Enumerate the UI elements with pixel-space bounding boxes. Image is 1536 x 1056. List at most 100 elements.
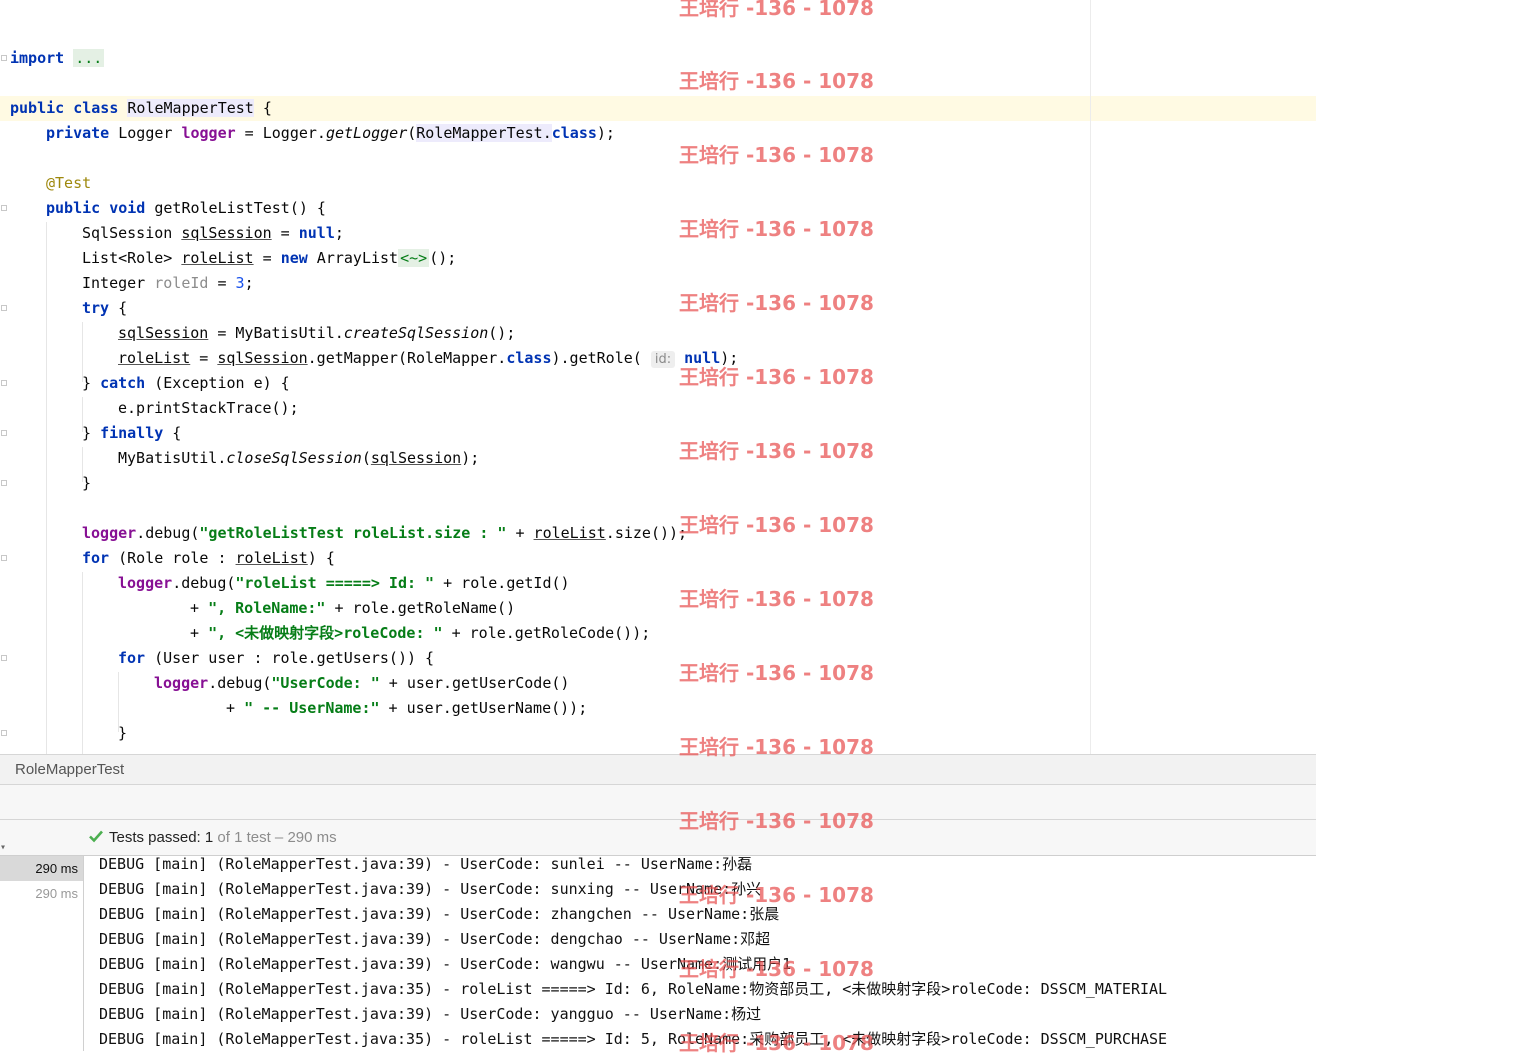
code-text: ); (720, 349, 739, 367)
code-text: + (506, 524, 534, 542)
code-line: + ", <未做映射字段>roleCode: " + role.getRoleC… (190, 621, 650, 646)
code-text: (Exception e) { (145, 374, 290, 392)
code-text: = (271, 224, 299, 242)
code-text: + role.getRoleName() (325, 599, 516, 617)
code-text: .debug( (136, 524, 200, 542)
keyword: new (280, 249, 308, 267)
keyword: class (506, 349, 552, 367)
fold-icon[interactable] (1, 205, 7, 211)
code-text: ( (407, 124, 417, 142)
console-output[interactable]: DEBUG [main] (RoleMapperTest.java:39) - … (84, 856, 1316, 1051)
collapse-corner-icon[interactable]: ▾ (0, 842, 6, 853)
code-text: ).getRole( (551, 349, 651, 367)
code-line: + " -- UserName:" + user.getUserName()); (226, 696, 587, 721)
fold-icon[interactable] (1, 55, 7, 61)
code-text: + role.getRoleCode()); (442, 624, 651, 642)
class-ref: RoleMapperTest (416, 124, 543, 142)
code-text: . (542, 124, 552, 142)
code-text: (); (429, 249, 457, 267)
code-text: } (82, 424, 101, 442)
code-text: .size()); (605, 524, 688, 542)
code-text: = MyBatisUtil. (208, 324, 344, 342)
class-name: RoleMapperTest (127, 99, 254, 117)
method: closeSqlSession (226, 449, 362, 467)
code-line: } (118, 724, 128, 742)
code-text: ( (361, 449, 371, 467)
code-line: } finally { (82, 421, 181, 446)
status-detail: of 1 test – 290 ms (213, 829, 337, 846)
code-text: + (190, 599, 209, 617)
variable: roleList (118, 349, 191, 367)
code-text: getRoleListTest() { (145, 199, 326, 217)
code-text: ); (596, 124, 615, 142)
fold-icon[interactable] (1, 430, 7, 436)
folded-imports[interactable]: ... (73, 49, 105, 67)
code-text: MyBatisUtil. (118, 449, 227, 467)
string-literal: ", <未做映射字段>roleCode: " (208, 624, 443, 642)
string-literal: " -- UserName:" (244, 699, 380, 717)
annotation: @Test (46, 174, 92, 192)
keyword: null (675, 349, 721, 367)
test-duration: 290 ms (35, 861, 78, 876)
type: Logger (109, 124, 182, 142)
code-text: (); (488, 324, 516, 342)
fold-icon[interactable] (1, 655, 7, 661)
fold-icon[interactable] (1, 480, 7, 486)
code-line: e.printStackTrace(); (118, 399, 299, 417)
code-line-import: import ... (10, 46, 105, 71)
keyword: catch (100, 374, 146, 392)
method: getLogger (325, 124, 408, 142)
type: List<Role> (82, 249, 182, 267)
field: logger (181, 124, 236, 142)
code-line: } (82, 474, 92, 492)
log-line: DEBUG [main] (RoleMapperTest.java:39) - … (99, 955, 792, 973)
keyword: public class (10, 99, 119, 117)
code-text: ) { (307, 549, 335, 567)
string-literal: "roleList =====> Id: " (235, 574, 435, 592)
code-text: = (190, 349, 218, 367)
run-tab-title[interactable]: RoleMapperTest (15, 761, 124, 778)
code-text: + role.getId() (434, 574, 570, 592)
string-literal: ", RoleName:" (208, 599, 326, 617)
fold-icon[interactable] (1, 380, 7, 386)
variable: sqlSession (370, 449, 462, 467)
keyword: public void (46, 199, 146, 217)
status-prefix: Tests passed: (109, 829, 205, 846)
folded-diamond[interactable]: <~> (398, 249, 430, 267)
code-line: logger.debug("UserCode: " + user.getUser… (154, 671, 569, 696)
indent-guide (82, 572, 83, 754)
test-tree-row[interactable]: 290 ms (0, 881, 83, 906)
code-line: logger.debug("getRoleListTest roleList.s… (82, 521, 687, 546)
fold-icon[interactable] (1, 555, 7, 561)
indent-guide (46, 222, 47, 754)
test-tree[interactable]: 290 ms 290 ms (0, 856, 84, 1051)
code-line: SqlSession sqlSession = null; (82, 221, 344, 246)
test-status-bar: ▾ Tests passed: 1 of 1 test – 290 ms (0, 820, 1316, 856)
log-line: DEBUG [main] (RoleMapperTest.java:35) - … (99, 1030, 1168, 1048)
log-line: DEBUG [main] (RoleMapperTest.java:39) - … (99, 905, 780, 923)
test-tree-row[interactable]: 290 ms (0, 856, 83, 881)
test-duration: 290 ms (35, 886, 78, 901)
editor-gutter (0, 0, 8, 754)
code-editor[interactable]: import ... public class RoleMapperTest {… (0, 0, 1316, 754)
code-line-class: public class RoleMapperTest { (10, 96, 272, 121)
keyword: private (46, 124, 110, 142)
log-line: DEBUG [main] (RoleMapperTest.java:39) - … (99, 856, 753, 873)
type: Integer (82, 274, 155, 292)
code-text: + (190, 624, 209, 642)
keyword: finally (100, 424, 164, 442)
run-tool-window-header[interactable]: RoleMapperTest (0, 754, 1316, 785)
code-text: } (82, 374, 101, 392)
field: logger (82, 524, 137, 542)
fold-icon[interactable] (1, 730, 7, 736)
code-line: logger.debug("roleList =====> Id: " + ro… (118, 571, 570, 596)
keyword: for (82, 549, 110, 567)
variable: sqlSession (118, 324, 209, 342)
code-text: (User user : role.getUsers()) { (145, 649, 435, 667)
method: createSqlSession (343, 324, 489, 342)
code-text: ; (334, 224, 344, 242)
code-line-logger: private Logger logger = Logger.getLogger… (46, 121, 615, 146)
code-text: ); (461, 449, 480, 467)
fold-icon[interactable] (1, 305, 7, 311)
code-line: for (Role role : roleList) { (82, 546, 335, 571)
